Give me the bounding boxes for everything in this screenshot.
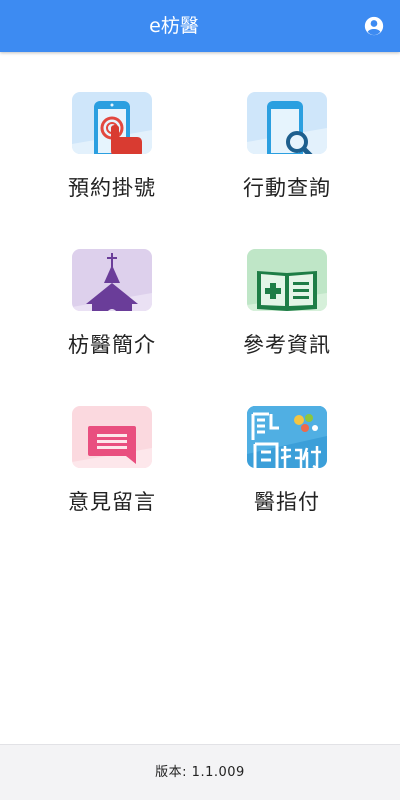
tile-label: 預約掛號	[68, 176, 156, 200]
version-text: 版本: 1.1.009	[155, 765, 245, 780]
phone-touch-icon	[72, 92, 152, 154]
medical-book-icon	[247, 249, 327, 311]
version-footer: 版本: 1.1.009	[0, 744, 400, 800]
tile-feedback[interactable]: 意見留言	[22, 366, 202, 516]
tile-yi-zhi-fu[interactable]: 醫指付	[197, 366, 377, 516]
tile-label: 意見留言	[68, 490, 156, 514]
message-icon	[72, 406, 152, 468]
tile-label: 參考資訊	[243, 333, 331, 357]
top-app-bar: e枋醫	[0, 0, 400, 52]
phone-search-icon	[247, 92, 327, 154]
tile-label: 行動查詢	[243, 176, 331, 200]
tile-label: 醫指付	[254, 490, 320, 514]
tile-mobile-query[interactable]: 行動查詢	[197, 52, 377, 202]
app-title: e枋醫	[149, 15, 199, 37]
yi-zhi-fu-logo-icon	[247, 406, 327, 468]
tile-reference-info[interactable]: 參考資訊	[197, 209, 377, 359]
tile-label: 枋醫簡介	[68, 333, 156, 357]
tile-hospital-intro[interactable]: 枋醫簡介	[22, 209, 202, 359]
account-circle-icon[interactable]	[364, 16, 384, 36]
tile-appointment[interactable]: 預約掛號	[22, 52, 202, 202]
church-icon	[72, 249, 152, 311]
